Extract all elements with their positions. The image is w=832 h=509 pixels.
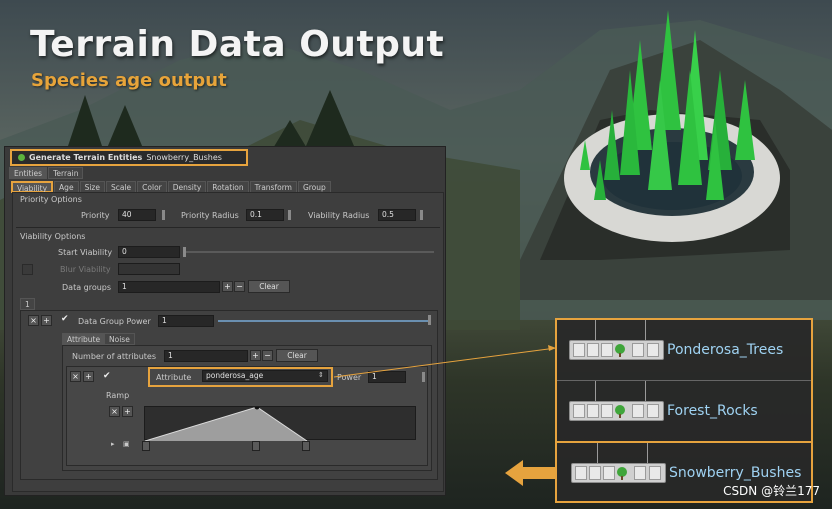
node-cell: [587, 343, 599, 357]
node-wire: [597, 443, 598, 463]
node-block[interactable]: [569, 401, 664, 421]
arrow-left-icon: [505, 460, 555, 486]
node-cell: [647, 343, 659, 357]
node-name-ponderosa: Ponderosa_Trees: [667, 342, 784, 358]
node-cell: [575, 466, 587, 480]
node-cell: [603, 466, 615, 480]
watermark: CSDN @铃兰177: [723, 484, 820, 498]
node-forest-rocks[interactable]: Forest_Rocks: [555, 381, 813, 441]
node-name-snowberry: Snowberry_Bushes: [669, 465, 802, 481]
node-cell: [634, 466, 646, 480]
node-wire: [645, 320, 646, 340]
node-cell: [601, 343, 613, 357]
tree-icon: [617, 467, 627, 480]
node-cell: [632, 404, 644, 418]
node-cell: [587, 404, 599, 418]
node-wire: [647, 443, 648, 463]
node-cell: [573, 404, 585, 418]
node-ponderosa-trees[interactable]: Ponderosa_Trees: [555, 320, 813, 380]
tree-icon: [615, 344, 625, 357]
node-wire: [595, 320, 596, 340]
slide-stage: Terrain Data Output Species age output G…: [0, 0, 832, 509]
node-cell: [573, 343, 585, 357]
node-block[interactable]: [571, 463, 666, 483]
node-cell: [601, 404, 613, 418]
node-cell: [589, 466, 601, 480]
node-block[interactable]: [569, 340, 664, 360]
node-name-forest-rocks: Forest_Rocks: [667, 403, 758, 419]
node-cell: [649, 466, 661, 480]
node-cell: [632, 343, 644, 357]
tree-icon: [615, 405, 625, 418]
node-wire: [645, 381, 646, 401]
node-cell: [647, 404, 659, 418]
node-wire: [595, 381, 596, 401]
